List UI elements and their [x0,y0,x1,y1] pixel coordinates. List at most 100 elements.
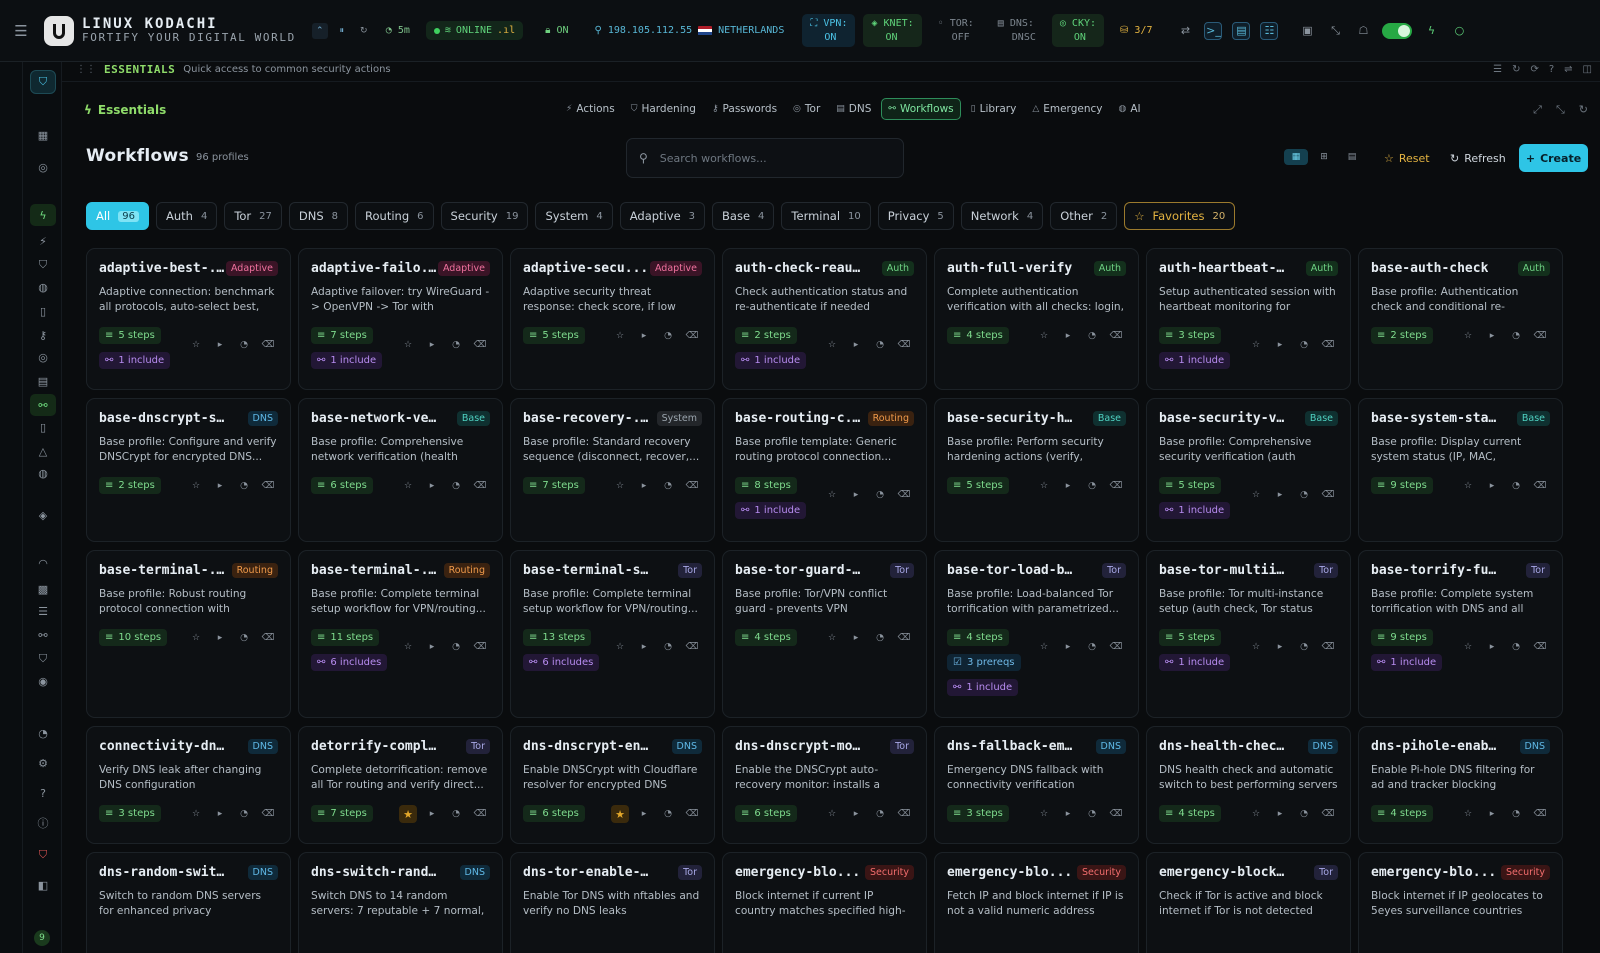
online-status[interactable]: ≋ ONLINE .ıl [425,21,524,40]
filter-chip-privacy[interactable]: Privacy 5 [877,202,954,230]
star-icon[interactable]: ☆ [614,330,626,342]
play-icon[interactable]: ▸ [214,480,226,492]
delete-icon[interactable]: ⌫ [1534,480,1547,492]
play-icon[interactable]: ▸ [214,808,226,820]
star-icon[interactable]: ☆ [1250,489,1262,501]
play-icon[interactable]: ▸ [638,808,650,820]
star-icon[interactable]: ☆ [826,632,838,644]
play-icon[interactable]: ▸ [426,339,438,351]
pause-icon[interactable]: ⏸ [334,23,350,39]
workflow-card[interactable]: dns-random-swit... DNS Switch to random DN… [86,852,291,953]
star-icon[interactable]: ☆ [1462,330,1474,342]
network-icon[interactable]: ⚯ [30,626,56,644]
vpn-status[interactable]: ⛶ VPN: ON [802,14,856,47]
play-icon[interactable]: ▸ [850,632,862,644]
play-icon[interactable]: ▸ [1486,330,1498,342]
layers-icon[interactable]: ◈ [30,506,56,524]
star-icon[interactable]: ☆ [1250,641,1262,653]
hardening-nav-icon[interactable]: ⛉ [30,256,56,274]
robot-icon[interactable]: ☖ [1354,22,1372,40]
workflow-card[interactable]: base-recovery-... System Base profile: Sta… [510,398,715,542]
history-icon[interactable]: ◔ [238,339,250,351]
play-icon[interactable]: ▸ [214,339,226,351]
search-input[interactable] [659,151,880,165]
history-icon[interactable]: ◔ [662,808,674,820]
play-icon[interactable]: ▸ [850,489,862,501]
target-icon[interactable]: ◉ [30,672,56,690]
delete-icon[interactable]: ⌫ [686,330,699,342]
star-icon[interactable]: ☆ [402,641,414,653]
history-icon[interactable]: ◔ [1086,641,1098,653]
delete-icon[interactable]: ⌫ [474,808,487,820]
reload-icon[interactable]: ⟳ [1530,64,1538,75]
filter-chip-dns[interactable]: DNS 8 [288,202,349,230]
shrink-icon[interactable]: ⤡ [1556,103,1565,117]
play-icon[interactable]: ▸ [1062,480,1074,492]
bolt-nav-icon[interactable]: ϟ [30,204,56,226]
dns-nav-icon[interactable]: ▤ [30,372,56,390]
delete-icon[interactable]: ⌫ [1110,808,1123,820]
workflow-card[interactable]: base-tor-guard-vpn Tor Base profile: Tor/V… [722,550,927,718]
workflow-card[interactable]: base-network-ve... Base Base profile: Comp… [298,398,503,542]
star-icon[interactable]: ☆ [826,489,838,501]
tab-hardening[interactable]: ⛉ Hardening [625,98,702,120]
tab-actions[interactable]: ⚡ Actions [560,98,621,120]
star-icon[interactable]: ☆ [1462,641,1474,653]
panel-refresh-icon[interactable]: ↻ [1579,103,1588,117]
play-icon[interactable]: ▸ [850,808,862,820]
tab-workflows[interactable]: ⚯ Workflows [881,98,961,120]
menu-icon[interactable]: ☰ [0,22,42,40]
tor-nav-icon[interactable]: ◎ [30,348,56,366]
star-icon[interactable]: ☆ [1462,808,1474,820]
history-icon[interactable]: ◔ [450,339,462,351]
delete-icon[interactable]: ⌫ [1322,808,1335,820]
list-view-icon[interactable]: ☰ [1493,64,1502,75]
workflow-card[interactable]: dns-tor-enable-ve... Tor Enable Tor DNS wi… [510,852,715,953]
delete-icon[interactable]: ⌫ [898,808,911,820]
lock-count[interactable]: ⛁ 3/7 [1120,25,1152,36]
create-button[interactable]: + Create [1519,144,1588,172]
delete-icon[interactable]: ⌫ [474,339,487,351]
workflow-card[interactable]: dns-health-check... DNS DNS health check a… [1146,726,1351,844]
workflow-card[interactable]: detorrify-complet... Tor Complete detorrif… [298,726,503,844]
play-icon[interactable]: ▸ [1062,641,1074,653]
star-icon[interactable]: ☆ [1038,808,1050,820]
play-icon[interactable]: ▸ [1062,330,1074,342]
star-icon[interactable]: ☆ [190,339,202,351]
reset-button[interactable]: ☆ Reset [1376,144,1438,172]
delete-icon[interactable]: ⌫ [1322,339,1335,351]
sync-icon[interactable]: ↻ [1512,64,1520,75]
filter-chip-system[interactable]: System 4 [535,202,613,230]
play-icon[interactable]: ▸ [638,641,650,653]
checklist-icon[interactable]: ☷ [1260,21,1279,40]
alert-shield-icon[interactable]: ⛉ [30,846,56,864]
terminal-icon[interactable]: >_ [1204,21,1223,40]
star-icon[interactable]: ☆ [1250,339,1262,351]
workflow-card[interactable]: adaptive-best-... Adaptive Adaptive connec… [86,248,291,390]
star-icon[interactable]: ☆ [190,632,202,644]
chip-icon[interactable]: ▩ [30,580,56,598]
history-icon[interactable]: ◔ [662,330,674,342]
expand-icon[interactable]: ⤢ [1533,103,1542,117]
delete-icon[interactable]: ⌫ [1534,641,1547,653]
notification-badge[interactable]: 9 [34,930,50,946]
delete-icon[interactable]: ⌫ [474,641,487,653]
delete-icon[interactable]: ⌫ [262,339,275,351]
history-icon[interactable]: ◔ [1510,330,1522,342]
history-icon[interactable]: ◔ [662,641,674,653]
filter-chip-all[interactable]: All 96 [86,202,149,230]
emergency-nav-icon[interactable]: △ [30,442,56,460]
workflow-card[interactable]: base-terminal-... Routing Base profile: Ro… [86,550,291,718]
refresh-button[interactable]: ↻ Refresh [1442,144,1514,172]
tab-dns[interactable]: ▤ DNS [830,98,877,120]
star-filled-icon[interactable]: ★ [399,805,417,823]
ai-nav-icon[interactable]: ◍ [30,464,56,482]
workflow-card[interactable]: auth-check-reauth Auth Check authenticatio… [722,248,927,390]
knet-status[interactable]: ◈ KNET: ON [863,14,922,47]
workflow-card[interactable]: base-tor-load-bal... Tor Base profile: Loa… [934,550,1139,718]
play-icon[interactable]: ▸ [1486,808,1498,820]
filter-chip-other[interactable]: Other 2 [1050,202,1118,230]
filter-chip-security[interactable]: Security 19 [440,202,529,230]
filter-chip-terminal[interactable]: Terminal 10 [781,202,871,230]
delete-icon[interactable]: ⌫ [262,632,275,644]
